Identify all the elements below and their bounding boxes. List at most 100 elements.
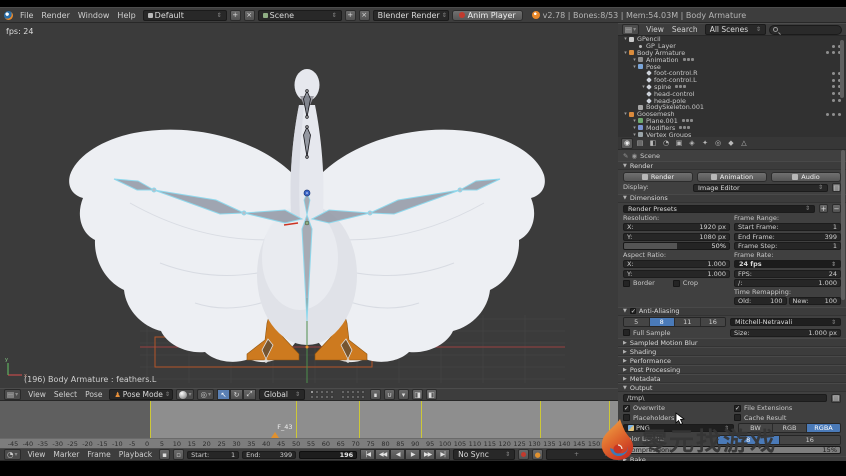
badge-icon[interactable]	[686, 119, 689, 122]
snap-magnet-icon[interactable]: ∪	[384, 389, 395, 400]
blender-logo-icon[interactable]	[4, 11, 13, 20]
timeline-menu-marker[interactable]: Marker	[49, 450, 83, 459]
timeline-canvas[interactable]: -45-40-35-30-25-20-15-10-505101520253035…	[0, 401, 618, 448]
outliner-search-input[interactable]	[769, 25, 842, 35]
timeline-marker[interactable]	[271, 432, 279, 438]
aa-sample-5[interactable]: 5	[624, 318, 650, 326]
panel-header-shading[interactable]: ▶Shading	[618, 347, 846, 356]
editor-type-button[interactable]: ▤▾	[622, 24, 639, 35]
preset-remove-button[interactable]: −	[832, 204, 841, 213]
render-engine-dropdown[interactable]: Blender Render ⇕	[373, 10, 449, 21]
panel-header-anti-aliasing[interactable]: ▼Anti-Aliasing	[618, 307, 846, 316]
outliner-scope-dropdown[interactable]: All Scenes ⇕	[705, 24, 766, 35]
end-frame-field[interactable]: End: 399	[242, 451, 296, 459]
start-frame-field[interactable]: Start Frame:1	[734, 223, 841, 231]
layer-dot[interactable]	[346, 395, 350, 399]
lock-icon[interactable]: ∎	[370, 389, 381, 400]
editor-type-button[interactable]: ▤▾	[4, 389, 21, 400]
layer-dot[interactable]	[351, 395, 355, 399]
properties-tab-particles[interactable]: △	[738, 138, 750, 149]
viewport-shading-dropdown[interactable]: ▾	[176, 389, 194, 400]
viewport-menu-select[interactable]: Select	[50, 390, 81, 399]
preset-add-button[interactable]: +	[819, 204, 828, 213]
layer-dot[interactable]	[325, 395, 329, 399]
eye-icon[interactable]	[826, 51, 829, 54]
layer-dot[interactable]	[356, 395, 360, 399]
display-lock-button[interactable]: ▤	[832, 183, 841, 192]
eye-icon[interactable]	[832, 99, 835, 102]
render-opengl-icon[interactable]: ◨	[412, 389, 423, 400]
timeline-menu-frame[interactable]: Frame	[83, 450, 114, 459]
add-scene-button[interactable]: +	[345, 10, 356, 21]
cursor-select-icon[interactable]	[838, 99, 841, 102]
eye-icon[interactable]	[832, 72, 835, 75]
border-checkbox[interactable]	[623, 280, 630, 287]
collapse-icon[interactable]: ▾	[622, 50, 629, 56]
fps-base-field[interactable]: /:1.000	[734, 279, 841, 287]
fps-field[interactable]: FPS:24	[734, 270, 841, 278]
translate-manipulator[interactable]	[304, 190, 310, 196]
properties-tab-world[interactable]: ◔	[660, 138, 672, 149]
viewport-menu-view[interactable]: View	[24, 390, 50, 399]
mode-dropdown[interactable]: ♟ Pose Mode ⇕	[109, 389, 173, 400]
render-opengl-anim-icon[interactable]: ◧	[426, 389, 437, 400]
overwrite-checkbox[interactable]	[623, 405, 630, 412]
layer-dot[interactable]	[310, 390, 314, 394]
render-toggle-icon[interactable]	[838, 113, 841, 116]
outliner-item-pose[interactable]: ▾Pose	[618, 63, 846, 70]
properties-tab-constraints[interactable]: ◈	[686, 138, 698, 149]
jump-to-end-button[interactable]: ▶|	[435, 449, 450, 460]
aa-sample-8[interactable]: 8	[650, 318, 676, 326]
menu-file[interactable]: File	[16, 11, 37, 20]
eye-icon[interactable]	[832, 92, 835, 95]
anti-aliasing-checkbox[interactable]	[630, 308, 636, 314]
eye-icon[interactable]	[826, 113, 829, 116]
layer-dot[interactable]	[320, 390, 324, 394]
menu-window[interactable]: Window	[74, 11, 114, 20]
frame-rate-preset-dropdown[interactable]: 24 fps⇕	[734, 260, 841, 268]
layer-dot[interactable]	[315, 395, 319, 399]
frame-step-field[interactable]: Frame Step:1	[734, 242, 841, 250]
layer-grid-2[interactable]	[341, 390, 365, 399]
eye-icon[interactable]	[832, 45, 835, 48]
badge-icon[interactable]	[679, 85, 682, 88]
eye-icon[interactable]	[832, 85, 835, 88]
layer-dot[interactable]	[325, 390, 329, 394]
panel-header-post-processing[interactable]: ▶Post Processing	[618, 365, 846, 374]
collapse-icon[interactable]: ▾	[622, 36, 629, 42]
full-sample-checkbox[interactable]	[623, 329, 630, 336]
timeline-menu-playback[interactable]: Playback	[115, 450, 156, 459]
properties-tab-render-layers[interactable]: ▤	[634, 138, 646, 149]
end-frame-field[interactable]: End Frame:399	[734, 233, 841, 241]
outliner-item-spine[interactable]: ▾spine	[618, 84, 846, 91]
collapse-icon[interactable]: ▾	[631, 64, 638, 70]
badge-icon[interactable]	[682, 119, 685, 122]
scale-manipulator-button[interactable]: ⤢	[243, 389, 256, 400]
panel-header-performance[interactable]: ▶Performance	[618, 356, 846, 365]
panel-header-output[interactable]: ▼Output	[618, 383, 846, 392]
panel-header-metadata[interactable]: ▶Metadata	[618, 374, 846, 383]
badge-icon[interactable]	[687, 58, 690, 61]
collapse-icon[interactable]: ▾	[631, 118, 638, 124]
badge-icon[interactable]	[675, 85, 678, 88]
properties-tab-render[interactable]: ◉	[621, 138, 633, 149]
resolution-percentage-slider[interactable]: 50%	[623, 242, 730, 250]
properties-tab-object-data[interactable]: ◎	[712, 138, 724, 149]
layer-dot[interactable]	[341, 395, 345, 399]
display-mode-dropdown[interactable]: Image Editor⇕	[693, 184, 828, 192]
panel-header-dimensions[interactable]: ▼Dimensions	[618, 194, 846, 203]
auto-keyframe-button[interactable]	[518, 449, 529, 460]
layer-dot[interactable]	[361, 390, 365, 394]
collapse-icon[interactable]: ▾	[631, 57, 638, 63]
jump-to-start-button[interactable]: |◀	[360, 449, 375, 460]
layer-dot[interactable]	[346, 390, 350, 394]
folder-browse-icon[interactable]: ▤	[831, 394, 841, 403]
render-still-button[interactable]: Render	[623, 172, 693, 182]
viewport-menu-pose[interactable]: Pose	[81, 390, 106, 399]
aspect-x-field[interactable]: X:1.000	[623, 260, 730, 268]
lock-time-icon[interactable]: ▫	[173, 449, 184, 460]
pin-icon[interactable]: ✎	[623, 152, 628, 160]
timeline-ruler[interactable]: -45-40-35-30-25-20-15-10-505101520253035…	[0, 438, 618, 448]
remap-new-field[interactable]: New:100	[789, 297, 842, 305]
layer-dot[interactable]	[330, 395, 334, 399]
